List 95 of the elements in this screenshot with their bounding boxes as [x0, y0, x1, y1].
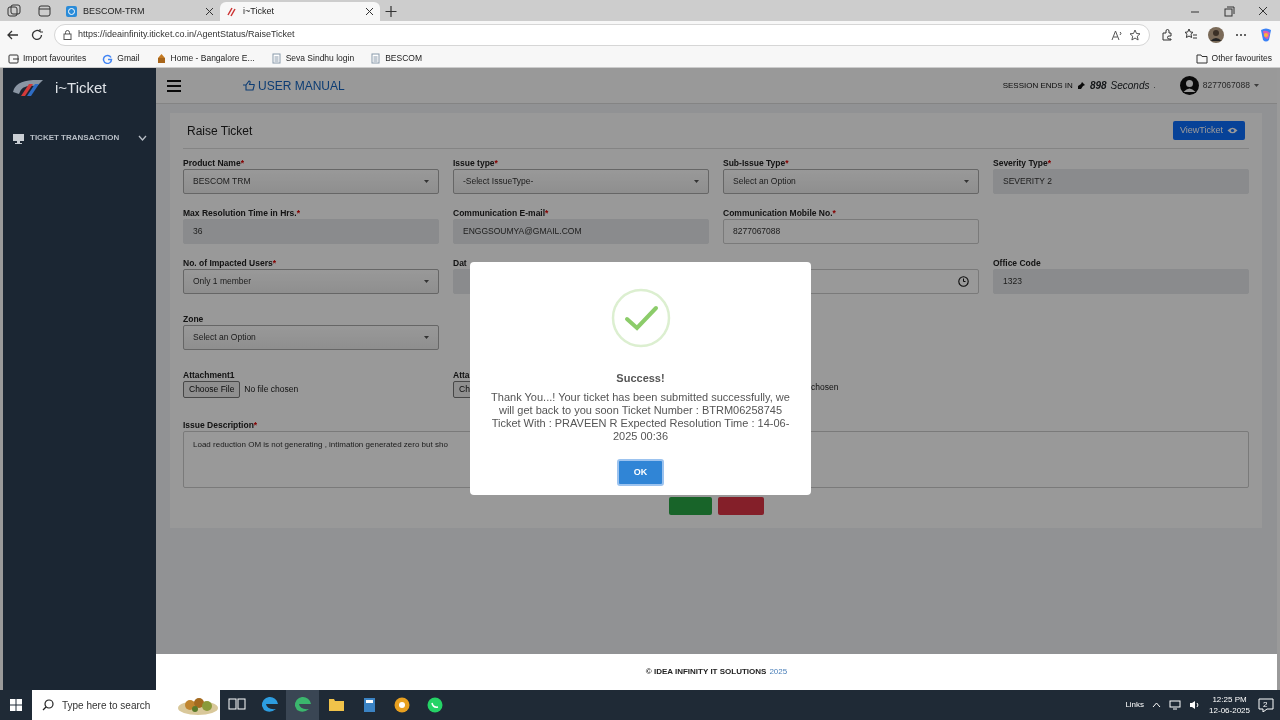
dropdown[interactable]: BESCOM TRM [183, 169, 439, 194]
session-count: 898 [1089, 79, 1107, 93]
page-icon [270, 52, 282, 64]
field-label: Zone [183, 314, 204, 324]
field-label: Sub-Issue Type* [723, 158, 789, 168]
dropdown[interactable]: Select an Option [183, 325, 439, 350]
session-label: SESSION ENDS IN [1002, 79, 1073, 92]
chevron-icon [138, 135, 147, 141]
google-icon [102, 52, 114, 64]
session-dot: . [1153, 79, 1156, 92]
user-manual-link[interactable]: USER MANUAL [242, 76, 345, 95]
ok-button[interactable]: OK [616, 458, 665, 486]
dialog-title: Success! [616, 371, 665, 386]
notification-button[interactable]: 2 [1258, 698, 1274, 712]
toolbar-label[interactable]: Links [1125, 699, 1145, 711]
readonly-field: SEVERITY 2 [993, 169, 1249, 194]
dropdown[interactable]: -Select IssueType- [453, 169, 709, 194]
reload-icon[interactable] [30, 28, 44, 42]
notification-icon [1258, 698, 1274, 712]
taskbar-clock[interactable]: 12:25 PM 12-06-2025 [1209, 694, 1250, 716]
copilot-icon[interactable] [1258, 27, 1274, 43]
file-status: No file chosen [244, 383, 299, 396]
copyright-year: 2025 [769, 666, 788, 678]
network-icon[interactable] [1169, 700, 1182, 710]
readonly-field: 1323 [993, 269, 1249, 294]
page-icon [370, 52, 382, 64]
star-icon[interactable] [1129, 29, 1141, 41]
caret-icon [1254, 84, 1259, 87]
monitor-icon [12, 132, 25, 144]
search-icon [42, 699, 54, 711]
logo-icon [226, 6, 237, 17]
field-label: Office Code [993, 258, 1041, 268]
choose-file-button[interactable]: Choose File [183, 381, 241, 398]
bookmark-link[interactable]: Other favourites [1211, 51, 1272, 65]
browser-tab[interactable]: BESCOM-TRM [60, 2, 220, 21]
read-aloud-icon[interactable] [1111, 29, 1123, 41]
field-label: No. of Impacted Users* [183, 258, 277, 268]
clock-icon [958, 276, 969, 287]
session-unit: Seconds [1110, 79, 1150, 93]
lock-icon [63, 30, 72, 40]
field-label: Attachment1 [183, 370, 235, 380]
avatar-icon [1179, 76, 1199, 95]
extensions-icon[interactable] [1160, 28, 1174, 42]
favourites-icon[interactable] [1184, 28, 1198, 42]
address-field[interactable]: https://ideainfinity.iticket.co.in/AgentStatus/RaiseTicket [54, 24, 1150, 46]
page-title: Raise Ticket [187, 122, 253, 140]
file-status: chosen [811, 381, 839, 394]
sidebar-item[interactable]: TICKET TRANSACTION [3, 132, 156, 144]
bookmark-link[interactable]: Home - Bangalore E... [170, 51, 255, 65]
bookmark-link[interactable]: Gmail [117, 51, 140, 65]
caret-icon [424, 336, 429, 339]
user-menu[interactable]: 8277067088 [1179, 76, 1259, 95]
speaker-icon[interactable] [1189, 700, 1202, 710]
copyright-text: © IDEA INFINITY IT SOLUTIONS [645, 666, 767, 678]
field-label: Communication E-mail* [453, 208, 549, 218]
field-label: Severity Type* [993, 158, 1051, 168]
close-icon[interactable] [205, 7, 214, 16]
field-label: Max Resolution Time in Hrs.* [183, 208, 300, 218]
menu-icon[interactable] [166, 78, 182, 93]
chevron-icon[interactable] [1152, 702, 1162, 708]
notification-count: 2 [1263, 699, 1268, 711]
submit-button[interactable] [668, 497, 712, 515]
import-icon [8, 52, 19, 64]
field-label: Issue type* [453, 158, 498, 168]
eye-icon [1227, 127, 1238, 134]
taskbar-search-field[interactable]: Type here to search [32, 690, 220, 720]
caret-icon [424, 180, 429, 183]
readonly-field: 36 [183, 219, 439, 244]
browser-tab[interactable]: i~Ticket [220, 2, 380, 21]
caret-icon [694, 180, 699, 183]
field-label: Product Name* [183, 158, 244, 168]
field-label: Issue Description* [183, 420, 258, 430]
dropdown[interactable]: Select an Option [723, 169, 979, 194]
close-icon[interactable] [365, 7, 374, 16]
back-icon[interactable] [6, 28, 20, 42]
field-label: Atta [453, 370, 470, 380]
hand-icon [242, 80, 255, 91]
field-label: Dat [453, 258, 467, 268]
success-check-icon [610, 288, 671, 348]
bookmark-link[interactable]: Seva Sindhu login [285, 51, 355, 65]
bookmark-link[interactable]: BESCOM [385, 51, 422, 65]
profile-avatar-icon[interactable] [1208, 27, 1224, 43]
emblem-icon [155, 52, 167, 64]
logo-text: i~Ticket [55, 77, 107, 98]
reset-button[interactable] [717, 497, 764, 515]
readonly-field: ENGGSOUMYA@GMAIL.COM [453, 219, 709, 244]
bookmark-link[interactable]: Import favourites [23, 51, 87, 65]
field-label: Communication Mobile No.* [723, 208, 836, 218]
input-field[interactable]: 8277067088 [723, 219, 979, 244]
folder-icon [1195, 52, 1208, 64]
caret-icon [424, 280, 429, 283]
caret-icon [964, 180, 969, 183]
pin-icon [1076, 81, 1086, 90]
dialog-message: Thank You...! Your ticket has been submitted successfully, we will get back to you soon Ticket Number : BTRM06258745 Ticket With : PRAVEEN R Expected Resolution Time : 14-06-2025 00:36 [490, 390, 791, 443]
dropdown[interactable]: Only 1 member [183, 269, 439, 294]
